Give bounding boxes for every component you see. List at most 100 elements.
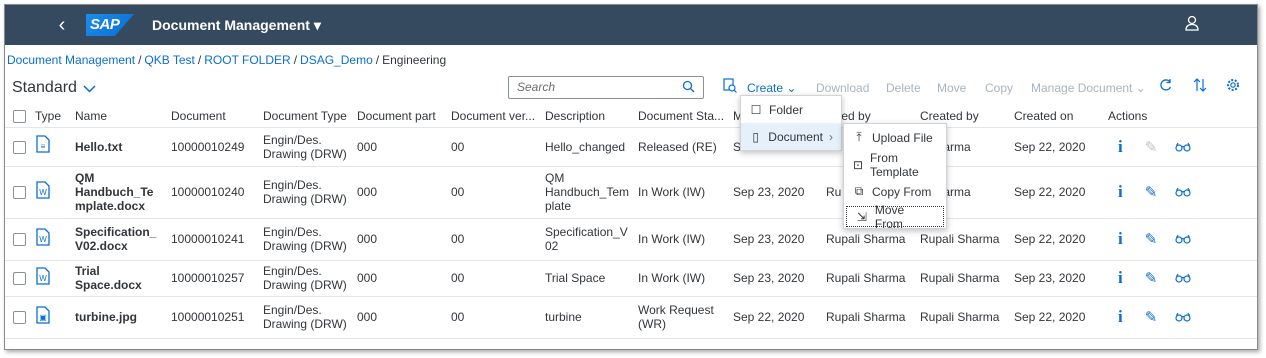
document-version: 00 xyxy=(447,218,541,261)
copy-from-label: Copy From xyxy=(872,184,932,199)
app-window: ‹ SAP Document Management ▾ Document Man… xyxy=(4,4,1258,350)
document-description: turbine xyxy=(541,296,634,339)
modified-by: Rupali Sharma xyxy=(822,260,916,297)
view-glasses-icon[interactable] xyxy=(1175,270,1191,287)
edit-pencil-icon[interactable]: ✎ xyxy=(1145,139,1158,156)
document-description: Hello_changed xyxy=(541,127,634,167)
column-header-document-part[interactable]: Document part xyxy=(353,105,447,128)
column-header-created-on[interactable]: Created on xyxy=(1010,105,1104,128)
view-glasses-icon[interactable] xyxy=(1175,184,1191,201)
document-description: QM Handbuch_Tem plate xyxy=(541,166,634,219)
document-version: 00 xyxy=(447,127,541,167)
create-document-item[interactable]: ▯ Document › xyxy=(741,123,841,150)
select-all-checkbox[interactable] xyxy=(5,105,31,128)
chevron-down-icon xyxy=(83,81,96,96)
row-checkbox[interactable] xyxy=(5,260,31,297)
edit-pencil-icon[interactable]: ✎ xyxy=(1145,309,1158,326)
breadcrumb-link[interactable]: ROOT FOLDER xyxy=(204,53,290,67)
row-checkbox[interactable] xyxy=(5,296,31,339)
create-button[interactable]: Create ⌄ xyxy=(747,81,796,95)
copy-icon: ⧉ xyxy=(854,184,864,198)
document-icon: ▯ xyxy=(752,129,759,144)
view-glasses-icon[interactable] xyxy=(1175,139,1191,156)
svg-text:▣: ▣ xyxy=(39,313,47,322)
breadcrumb-link[interactable]: DSAG_Demo xyxy=(300,53,373,67)
back-arrow-icon[interactable]: ‹ xyxy=(50,13,74,37)
chevron-right-icon: › xyxy=(829,129,833,144)
document-name-link[interactable]: turbine.jpg xyxy=(71,296,167,339)
modified-on: Sep 22, 2020 xyxy=(729,296,822,339)
delete-button[interactable]: Delete xyxy=(886,81,921,95)
document-number: 10000010241 xyxy=(167,218,259,261)
manage-document-button[interactable]: Manage Document ⌄ xyxy=(1031,81,1146,95)
person-icon[interactable] xyxy=(1185,15,1199,35)
row-checkbox[interactable] xyxy=(5,218,31,261)
column-header-description[interactable]: Description xyxy=(541,105,634,128)
edit-pencil-icon[interactable]: ✎ xyxy=(1145,270,1158,287)
column-header-document[interactable]: Document xyxy=(167,105,259,128)
create-folder-item[interactable]: ☐ Folder xyxy=(741,96,841,123)
breadcrumb-link[interactable]: Document Management xyxy=(7,53,135,67)
table-toolbar: Standard Search Create ⌄ Download Delete… xyxy=(5,75,1257,103)
table-row[interactable]: W QM Handbuch_Te mplate.docx 10000010240 En… xyxy=(5,166,1257,219)
upload-file-label: Upload File xyxy=(872,130,933,145)
document-part: 000 xyxy=(353,127,447,167)
document-name-link[interactable]: Trial Space.docx xyxy=(71,260,167,297)
variant-selector[interactable]: Standard xyxy=(12,79,96,97)
move-button[interactable]: Move xyxy=(937,81,966,95)
document-type: Engin/Des. Drawing (DRW) xyxy=(259,166,353,219)
document-submenu: ⤒ Upload File ⊡ From Template ⧉ Copy Fro… xyxy=(843,123,947,231)
table-row[interactable]: W Trial Space.docx 10000010257 Engin/Des. D… xyxy=(5,260,1257,297)
search-placeholder: Search xyxy=(517,80,556,94)
table-row[interactable]: W Specification_ V02.docx 10000010241 Engin… xyxy=(5,218,1257,261)
upload-icon: ⤒ xyxy=(856,130,862,144)
move-from-item[interactable]: ⇲ Move From xyxy=(846,203,944,231)
document-name-link[interactable]: Specification_ V02.docx xyxy=(71,218,167,261)
info-icon[interactable]: i xyxy=(1118,182,1123,201)
upload-file-item[interactable]: ⤒ Upload File xyxy=(844,124,946,151)
document-number: 10000010257 xyxy=(167,260,259,297)
breadcrumb-link[interactable]: QKB Test xyxy=(144,53,194,67)
view-glasses-icon[interactable] xyxy=(1175,309,1191,326)
copy-button[interactable]: Copy xyxy=(985,81,1013,95)
search-icon[interactable] xyxy=(682,80,695,96)
from-template-item[interactable]: ⊡ From Template xyxy=(844,151,946,179)
edit-pencil-icon[interactable]: ✎ xyxy=(1145,184,1158,201)
copy-from-item[interactable]: ⧉ Copy From xyxy=(844,178,946,205)
created-on: Sep 22, 2020 xyxy=(1010,166,1104,219)
shell-bar: ‹ SAP Document Management ▾ xyxy=(5,5,1257,45)
sort-icon[interactable] xyxy=(1193,78,1207,96)
created-on: Sep 23, 2020 xyxy=(1010,260,1104,297)
row-actions: i ✎ xyxy=(1104,260,1257,297)
created-by: Rupali Sharma xyxy=(916,260,1010,297)
document-status: Released (RE) xyxy=(634,127,729,167)
table-row[interactable]: ≡ Hello.txt 10000010249 Engin/Des. Drawing … xyxy=(5,127,1257,167)
created-on: Sep 22, 2020 xyxy=(1010,218,1104,261)
info-icon[interactable]: i xyxy=(1118,137,1123,156)
settings-gear-icon[interactable] xyxy=(1226,78,1240,96)
view-glasses-icon[interactable] xyxy=(1175,231,1191,248)
column-header-type[interactable]: Type xyxy=(31,105,71,128)
document-name-link[interactable]: Hello.txt xyxy=(71,127,167,167)
row-checkbox[interactable] xyxy=(5,166,31,219)
row-actions: i ✎ xyxy=(1104,218,1257,261)
table-row[interactable]: ▣ turbine.jpg 10000010251 Engin/Des. Drawin… xyxy=(5,296,1257,339)
column-header-document-status[interactable]: Document Sta... xyxy=(634,105,729,128)
column-header-document-version[interactable]: Document ver... xyxy=(447,105,541,128)
document-name-link[interactable]: QM Handbuch_Te mplate.docx xyxy=(71,166,167,219)
search-input[interactable]: Search xyxy=(508,76,704,99)
info-icon[interactable]: i xyxy=(1118,268,1123,287)
download-button[interactable]: Download xyxy=(816,81,869,95)
word-file-icon: W xyxy=(31,218,71,261)
refresh-icon[interactable] xyxy=(1159,78,1172,96)
app-title-menu[interactable]: Document Management ▾ xyxy=(152,17,321,34)
chevron-down-icon: ⌄ xyxy=(1135,81,1146,95)
row-checkbox[interactable] xyxy=(5,127,31,167)
chevron-down-icon: ⌄ xyxy=(786,81,797,95)
edit-pencil-icon[interactable]: ✎ xyxy=(1145,231,1158,248)
filter-icon[interactable] xyxy=(723,78,737,97)
column-header-document-type[interactable]: Document Type xyxy=(259,105,353,128)
info-icon[interactable]: i xyxy=(1118,307,1123,326)
info-icon[interactable]: i xyxy=(1118,229,1123,248)
column-header-name[interactable]: Name xyxy=(71,105,167,128)
